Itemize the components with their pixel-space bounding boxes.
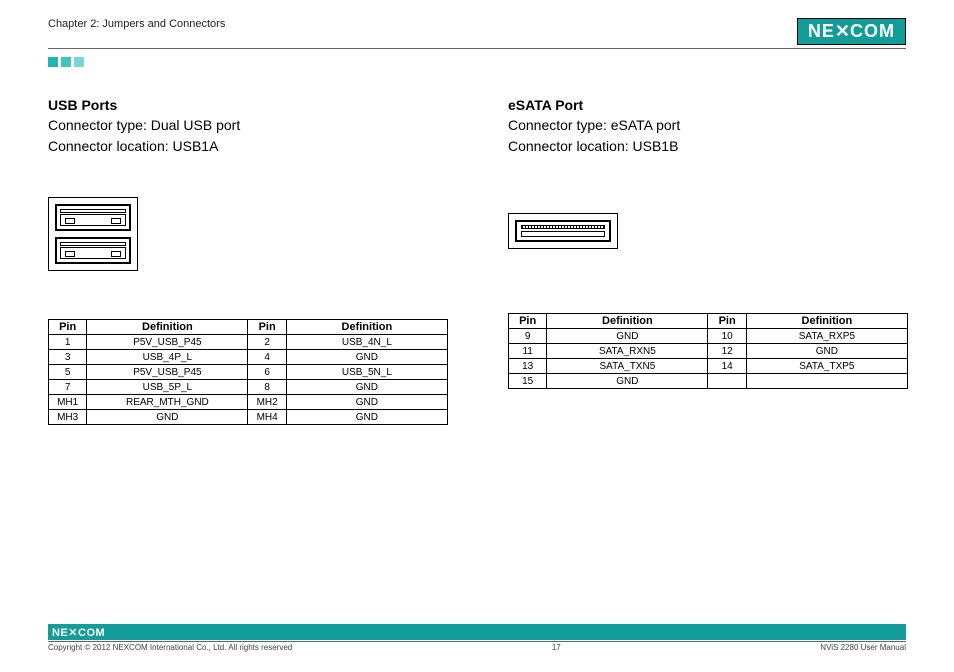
usb-connector-location: Connector location: USB1A [48,136,448,157]
page-footer: NE✕COM Copyright © 2012 NEXCOM Internati… [48,624,906,652]
esata-connector-location: Connector location: USB1B [508,136,908,157]
table-row: 11SATA_RXN512GND [509,344,908,359]
esata-section: eSATA Port Connector type: eSATA port Co… [508,97,908,425]
esata-connector-type: Connector type: eSATA port [508,115,908,136]
usb-port-diagram [48,197,138,271]
table-row: MH3GNDMH4GND [49,410,448,425]
table-row: 15GND [509,374,908,389]
usb-connector-type: Connector type: Dual USB port [48,115,448,136]
page-number: 17 [552,643,561,652]
manual-name: NViS 2280 User Manual [820,643,906,652]
table-row: 5P5V_USB_P456USB_5N_L [49,365,448,380]
table-row: 3USB_4P_L4GND [49,350,448,365]
nexcom-logo-footer: NE✕COM [52,626,105,639]
decorative-squares [48,57,906,67]
table-row: 7USB_5P_L8GND [49,380,448,395]
table-row: 13SATA_TXN514SATA_TXP5 [509,359,908,374]
table-row: 9GND10SATA_RXP5 [509,329,908,344]
esata-pin-table: Pin Definition Pin Definition 9GND10SATA… [508,313,908,389]
table-row: 1P5V_USB_P452USB_4N_L [49,335,448,350]
nexcom-logo-top: NE✕COM [797,18,906,45]
usb-section: USB Ports Connector type: Dual USB port … [48,97,448,425]
esata-title: eSATA Port [508,97,908,113]
esata-port-diagram [508,213,618,249]
usb-pin-table: Pin Definition Pin Definition 1P5V_USB_P… [48,319,448,425]
header-rule [48,48,906,49]
copyright-text: Copyright © 2012 NEXCOM International Co… [48,643,292,652]
table-row: MH1REAR_MTH_GNDMH2GND [49,395,448,410]
usb-title: USB Ports [48,97,448,113]
chapter-title: Chapter 2: Jumpers and Connectors [48,18,225,30]
